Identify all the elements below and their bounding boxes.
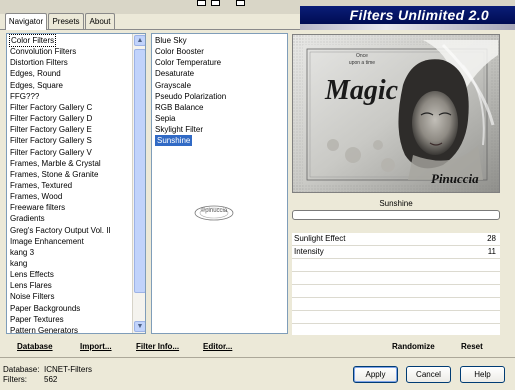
app-title: Filters Unlimited 2.0 <box>349 7 489 23</box>
category-item[interactable]: Distortion Filters <box>10 57 68 68</box>
parameter-panel: Sunlight Effect 28 Intensity 11 <box>292 233 500 335</box>
filters-label: Filters: <box>3 375 27 384</box>
database-label: Database: <box>3 365 40 374</box>
help-button[interactable]: Help <box>460 366 505 383</box>
tab-presets[interactable]: Presets <box>48 13 84 29</box>
import-button[interactable]: Import... <box>80 342 112 351</box>
apply-button[interactable]: Apply <box>353 366 398 383</box>
filter-item[interactable]: Blue Sky <box>155 35 187 46</box>
category-item[interactable]: kang <box>10 258 27 269</box>
filter-item[interactable]: Grayscale <box>155 80 191 91</box>
category-item[interactable]: Image Enhancement <box>10 236 84 247</box>
category-item[interactable]: Frames, Wood <box>10 191 62 202</box>
param-row[interactable]: Sunlight Effect 28 <box>292 233 500 246</box>
separator <box>0 357 515 358</box>
param-row-empty <box>292 298 500 311</box>
category-item[interactable]: Edges, Round <box>10 68 61 79</box>
tab-navigator[interactable]: Navigator <box>5 13 47 30</box>
category-item[interactable]: Filter Factory Gallery S <box>10 135 92 146</box>
param-row-empty <box>292 272 500 285</box>
category-item[interactable]: Greg's Factory Output Vol. II <box>10 225 111 236</box>
preview-small-top: Once <box>356 53 368 59</box>
watermark-text: ©pinuccia <box>200 208 228 214</box>
randomize-button[interactable]: Randomize <box>392 342 435 351</box>
category-scrollbar[interactable]: ▲ ▼ <box>132 34 145 333</box>
category-item[interactable]: Edges, Square <box>10 80 63 91</box>
filter-item[interactable]: Sepia <box>155 113 175 124</box>
param-value[interactable]: 28 <box>487 234 496 243</box>
reset-button[interactable]: Reset <box>461 342 483 351</box>
window-control-icon[interactable] <box>197 0 206 6</box>
database-value: ICNET-Filters <box>44 365 92 374</box>
filter-item[interactable]: Color Booster <box>155 46 204 57</box>
filter-item[interactable]: Skylight Filter <box>155 124 203 135</box>
category-item[interactable]: Lens Effects <box>10 269 54 280</box>
category-item[interactable]: Frames, Textured <box>10 180 72 191</box>
progress-bar <box>292 210 500 220</box>
filter-list[interactable]: Blue Sky Color Booster Color Temperature De… <box>151 33 288 334</box>
param-row-empty <box>292 259 500 272</box>
banner-stripe <box>300 24 515 30</box>
param-name: Intensity <box>294 247 324 256</box>
category-item[interactable]: FFG??? <box>10 91 39 102</box>
preview-image: Once upon a time Magic Pinuccia <box>292 34 500 193</box>
cancel-button[interactable]: Cancel <box>406 366 451 383</box>
param-row[interactable]: Intensity 11 <box>292 246 500 259</box>
editor-button[interactable]: Editor... <box>203 342 232 351</box>
filter-item[interactable]: Color Temperature <box>155 57 221 68</box>
category-item[interactable]: Freeware filters <box>10 202 65 213</box>
category-item[interactable]: Paper Backgrounds <box>10 303 80 314</box>
category-item[interactable]: Lens Flares <box>10 280 52 291</box>
tab-about[interactable]: About <box>85 13 115 29</box>
category-item[interactable]: Gradients <box>10 213 45 224</box>
filter-info-button[interactable]: Filter Info... <box>136 342 179 351</box>
param-row-empty <box>292 324 500 336</box>
scroll-thumb[interactable] <box>134 49 145 293</box>
window-control-icon[interactable] <box>236 0 245 6</box>
param-row-empty <box>292 285 500 298</box>
scroll-down-icon[interactable]: ▼ <box>134 321 145 332</box>
selected-filter-name: Sunshine <box>379 199 413 208</box>
database-button[interactable]: Database <box>17 342 53 351</box>
category-item[interactable]: Frames, Stone & Granite <box>10 169 98 180</box>
filter-item[interactable]: Sunshine <box>155 135 193 147</box>
preview-signature: Pinuccia <box>431 171 479 186</box>
window-control-icon[interactable] <box>211 0 220 6</box>
watermark-logo: ©pinuccia <box>192 204 236 222</box>
category-item[interactable]: Filter Factory Gallery D <box>10 113 92 124</box>
preview-magic-text: Magic <box>325 75 399 106</box>
filter-item[interactable]: RGB Balance <box>155 102 203 113</box>
param-row-empty <box>292 311 500 324</box>
category-item[interactable]: Noise Filters <box>10 291 54 302</box>
preview-small-mid: upon a time <box>348 60 376 66</box>
category-item[interactable]: Paper Textures <box>10 314 64 325</box>
category-item[interactable]: Frames, Marble & Crystal <box>10 158 101 169</box>
category-item[interactable]: kang 3 <box>10 247 34 258</box>
category-item[interactable]: Filter Factory Gallery V <box>10 147 92 158</box>
category-list[interactable]: Color Filters Convolution Filters Distorti… <box>6 33 146 334</box>
filter-item[interactable]: Desaturate <box>155 68 194 79</box>
param-value[interactable]: 11 <box>488 247 496 256</box>
param-name: Sunlight Effect <box>294 234 346 243</box>
scroll-up-icon[interactable]: ▲ <box>134 35 145 46</box>
filter-item[interactable]: Pseudo Polarization <box>155 91 226 102</box>
category-item[interactable]: Pattern Generators <box>10 325 78 333</box>
category-item[interactable]: Filter Factory Gallery E <box>10 124 92 135</box>
filters-count: 562 <box>44 375 58 384</box>
category-item[interactable]: Color Filters <box>8 34 57 47</box>
category-item[interactable]: Filter Factory Gallery C <box>10 102 92 113</box>
category-item[interactable]: Convolution Filters <box>10 46 76 57</box>
